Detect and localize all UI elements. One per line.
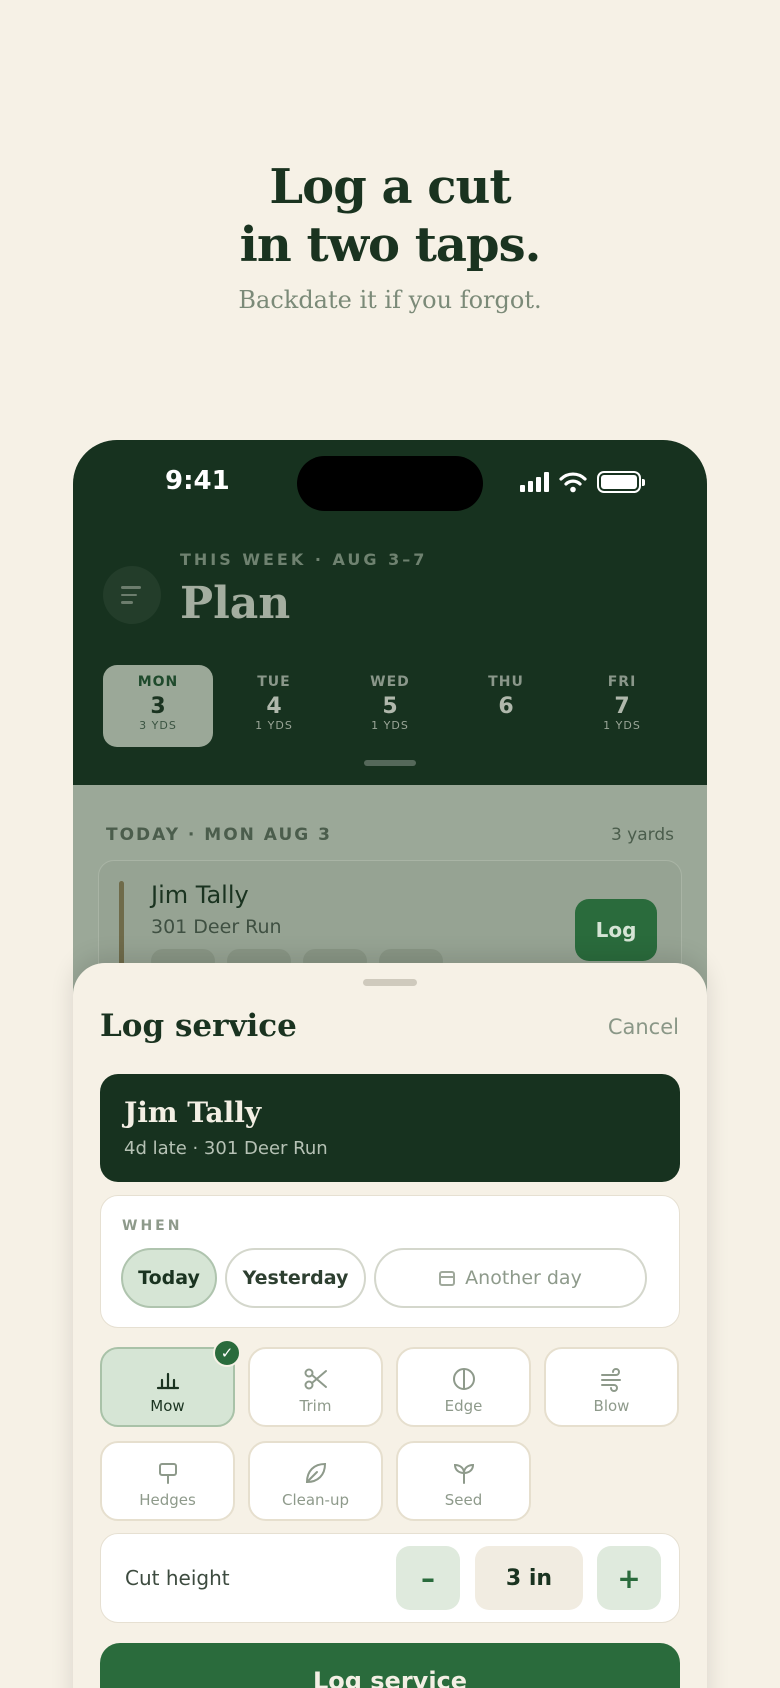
- hero: Log a cut in two taps. Backdate it if yo…: [0, 158, 780, 314]
- sprout-icon: [453, 1463, 474, 1484]
- edge-icon: [452, 1368, 475, 1390]
- service-clean-up[interactable]: Clean-up: [248, 1441, 383, 1521]
- sheet-grabber[interactable]: [363, 979, 417, 986]
- today-chip[interactable]: Today: [121, 1248, 217, 1308]
- menu-button[interactable]: [103, 566, 161, 624]
- leaf-icon: [305, 1462, 326, 1484]
- today-label: TODAY · MON AUG 3: [106, 825, 332, 845]
- service-edge[interactable]: Edge: [396, 1347, 531, 1427]
- service-mow[interactable]: Mow ✓: [100, 1339, 241, 1427]
- service-hedges[interactable]: Hedges: [100, 1441, 235, 1521]
- dynamic-island: [297, 456, 483, 511]
- wifi-icon: [559, 472, 587, 493]
- increment-button[interactable]: +: [597, 1546, 661, 1610]
- client-name: Jim Tally: [124, 1096, 262, 1129]
- cut-height-card: Cut height – 3 in +: [100, 1533, 680, 1623]
- day-selector: MON 3 3 YDS TUE 4 1 YDS WED 5 1 YDS THU …: [103, 665, 677, 747]
- another-day-chip[interactable]: Another day: [374, 1248, 647, 1308]
- calendar-icon: [439, 1270, 456, 1286]
- when-label: WHEN: [122, 1218, 183, 1234]
- log-service-button[interactable]: Log service: [100, 1643, 680, 1688]
- day-wed[interactable]: WED 5 1 YDS: [335, 665, 445, 747]
- mow-icon: [156, 1372, 179, 1390]
- page-title: Plan: [180, 578, 291, 629]
- scissors-icon: [304, 1368, 327, 1390]
- battery-icon: [597, 471, 645, 493]
- client-card: Jim Tally 4d late · 301 Deer Run: [100, 1074, 680, 1182]
- job-address: 301 Deer Run: [151, 916, 282, 938]
- job-client-name: Jim Tally: [151, 881, 249, 909]
- today-count: 3 yards: [610, 825, 674, 845]
- day-mon[interactable]: MON 3 3 YDS: [103, 665, 213, 747]
- wind-icon: [600, 1368, 621, 1392]
- signal-icon: [520, 472, 549, 492]
- week-label: THIS WEEK · AUG 3–7: [180, 550, 428, 569]
- log-service-sheet: Log service Cancel Jim Tally 4d late · 3…: [73, 963, 707, 1688]
- drag-handle[interactable]: [364, 760, 416, 766]
- yesterday-chip[interactable]: Yesterday: [225, 1248, 366, 1308]
- sheet-title: Log service: [100, 1008, 297, 1044]
- check-icon: ✓: [213, 1339, 241, 1367]
- status-icons: [520, 470, 645, 494]
- cut-height-label: Cut height: [125, 1566, 230, 1590]
- client-subtitle: 4d late · 301 Deer Run: [124, 1138, 328, 1159]
- day-thu[interactable]: THU 6: [451, 665, 561, 747]
- when-card: WHEN Today Yesterday Another day: [100, 1195, 680, 1328]
- service-trim[interactable]: Trim: [248, 1347, 383, 1427]
- decrement-button[interactable]: –: [396, 1546, 460, 1610]
- service-blow[interactable]: Blow: [544, 1347, 679, 1427]
- hedge-icon: [158, 1463, 177, 1484]
- cancel-button[interactable]: Cancel: [608, 1015, 679, 1039]
- plan-header: 9:41 THIS WEEK · AUG 3–7 Plan MON 3 3 YD…: [73, 440, 707, 785]
- hero-subtitle: Backdate it if you forgot.: [238, 286, 542, 314]
- log-button[interactable]: Log: [575, 899, 657, 961]
- day-fri[interactable]: FRI 7 1 YDS: [567, 665, 677, 747]
- day-tue[interactable]: TUE 4 1 YDS: [219, 665, 329, 747]
- hero-title: Log a cut in two taps.: [239, 159, 542, 273]
- cut-height-value: 3 in: [475, 1546, 583, 1610]
- status-time: 9:41: [165, 466, 230, 496]
- service-seed[interactable]: Seed: [396, 1441, 531, 1521]
